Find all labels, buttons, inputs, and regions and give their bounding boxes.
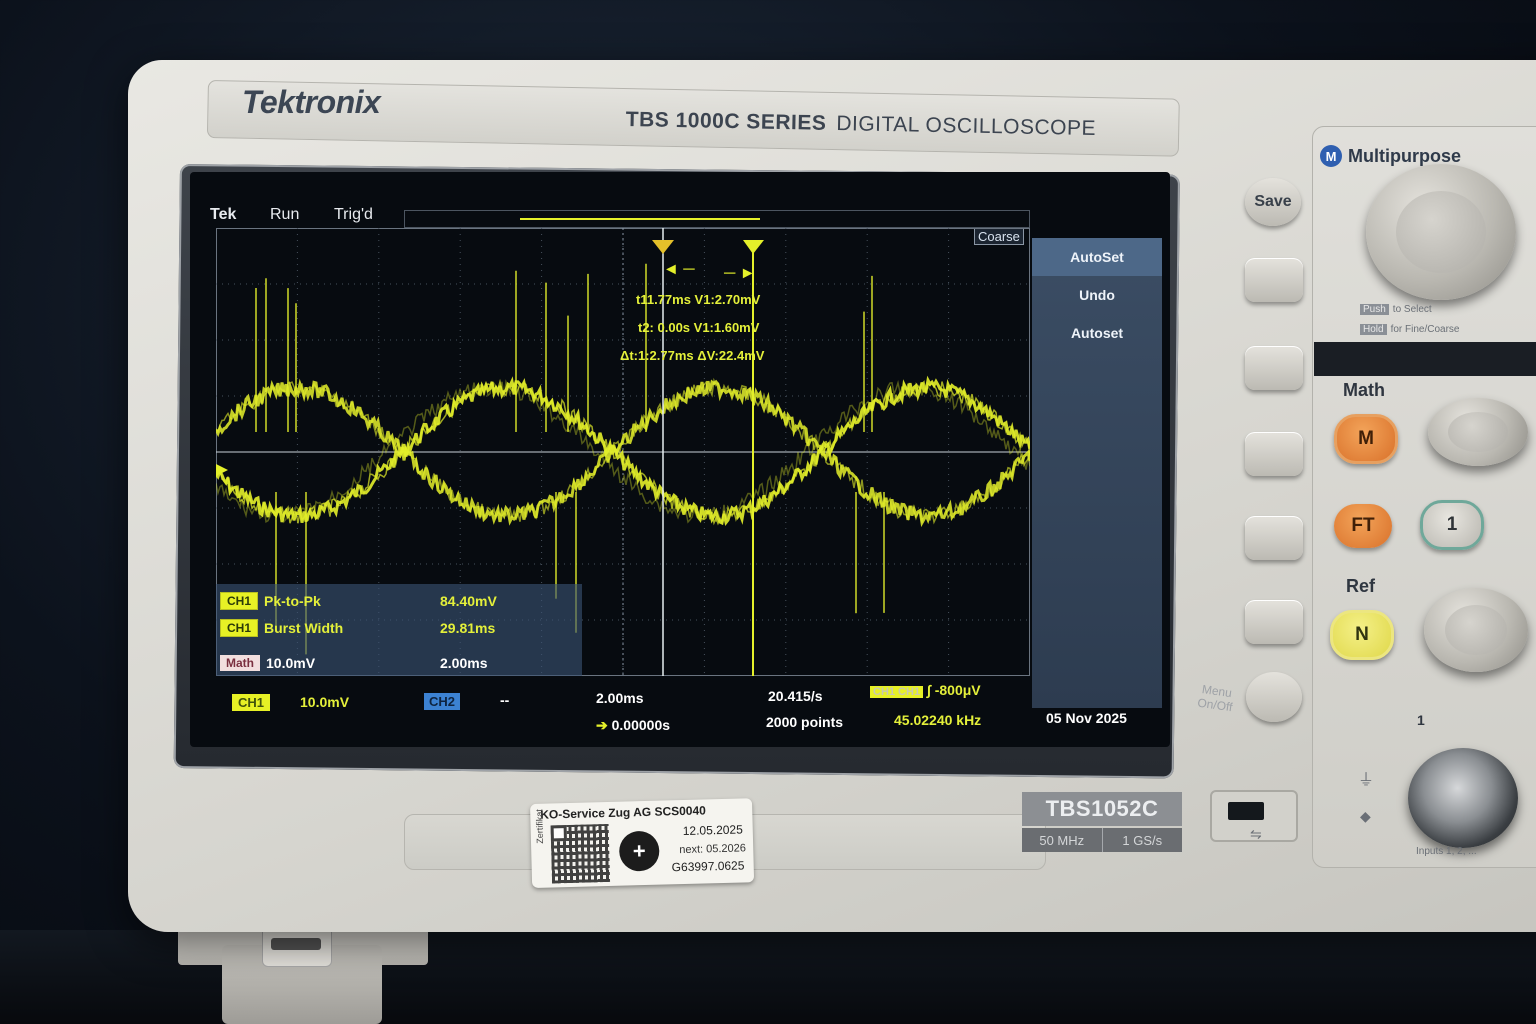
softkey-4[interactable] — [1245, 516, 1303, 560]
seal-icon: + — [618, 830, 660, 872]
delay-arrow-icon: ➔ — [596, 717, 608, 733]
ch2-status[interactable]: CH2 — [424, 693, 461, 710]
menu-item-autoset-2[interactable]: Autoset — [1032, 314, 1162, 352]
measurement-panel: CH1 Pk-to-Pk 84.40mV CH1 Burst Width 29.… — [216, 584, 582, 676]
ch1-tag: CH1 — [232, 694, 271, 711]
softkey-5[interactable] — [1245, 600, 1303, 644]
fft-button[interactable]: FT — [1334, 504, 1392, 548]
softkey-3[interactable] — [1245, 432, 1303, 476]
sticker-id: G63997.0625 — [671, 858, 745, 875]
cursor-2-marker[interactable] — [743, 240, 764, 254]
cursor-readout-delta: Δt:1:2.77ms ΔV:22.4mV — [620, 348, 765, 363]
push-text: to Select — [1392, 304, 1432, 315]
vertical-position-knob[interactable] — [1428, 398, 1528, 466]
math-time: 2.00ms — [440, 655, 488, 671]
sticker-zert: Zertifikat — [534, 809, 546, 844]
measurement-channel: CH1 — [220, 619, 259, 637]
ch2-tag: CH2 — [424, 693, 461, 710]
measurement-label: Burst Width — [264, 620, 344, 636]
trigger-edge-icon: ∫ — [926, 682, 931, 698]
hold-text: for Fine/Coarse — [1390, 324, 1460, 335]
ch1-bnc-connector[interactable] — [1408, 748, 1518, 848]
ch1-scale: 10.0mV — [300, 694, 350, 710]
menu-item-autoset[interactable]: AutoSet — [1032, 238, 1162, 276]
frequency-readout: 45.02240 kHz — [894, 712, 982, 728]
run-status: Run — [270, 206, 300, 223]
ground-icon: ⏚ — [1358, 772, 1375, 789]
trigger-status: Trig'd — [334, 206, 373, 223]
measurement-label: Pk-to-Pk — [264, 593, 321, 609]
measurement-channel: CH1 — [220, 592, 259, 610]
measurement-value: 84.40mV — [440, 593, 497, 609]
cursor-1-marker[interactable] — [652, 240, 674, 254]
softkey-1[interactable] — [1245, 258, 1303, 302]
input-number: 1 — [1417, 712, 1425, 728]
softkey-2[interactable] — [1245, 346, 1303, 390]
measurement-row: CH1 Pk-to-Pk 84.40mV — [220, 590, 497, 612]
sticker-next: next: 05.2026 — [679, 842, 747, 857]
ref-button[interactable]: N — [1330, 610, 1394, 660]
ch1-menu-button[interactable]: 1 — [1420, 500, 1484, 550]
sample-rate: 20.415/s — [768, 688, 823, 704]
math-row: Math 10.0mV 2.00ms — [220, 652, 487, 674]
arrow-right-icon: ─ ► — [723, 265, 756, 282]
series-desc: DIGITAL OSCILLOSCOPE — [836, 112, 1097, 141]
calibration-sticker: KO-Service Zug AG SCS0040 Zertifikat + 1… — [530, 798, 755, 888]
timebase: 2.00ms — [596, 690, 644, 706]
trigger-source-tag: CH1 CH1 — [870, 686, 924, 698]
record-length: 2000 points — [766, 714, 844, 730]
math-button[interactable]: M — [1334, 414, 1398, 464]
cursor-readout-2: t2: 0.00s V1:1.60mV — [638, 320, 760, 335]
measurement-value: 29.81ms — [440, 620, 496, 636]
ref-section-label: Ref — [1346, 576, 1376, 596]
series-name: TBS 1000C SERIES — [625, 108, 827, 135]
hold-hint: Hold for Fine/Coarse — [1360, 324, 1460, 335]
date-readout: 05 Nov 2025 — [1046, 710, 1127, 726]
model-bandwidth: 50 MHz — [1039, 832, 1085, 848]
multipurpose-badge: M — [1320, 145, 1342, 167]
save-button[interactable]: Save — [1245, 178, 1301, 226]
arrow-left-icon: ◄ ─ — [663, 261, 695, 278]
trigger-info: CH1 CH1 ∫ -800μV — [870, 682, 981, 698]
ch2-scale: -- — [500, 692, 510, 708]
ch1-status[interactable]: CH1 — [232, 694, 271, 711]
record-position-bar — [404, 210, 1030, 228]
math-scale: 10.0mV — [266, 655, 316, 671]
hold-tag: Hold — [1360, 324, 1387, 335]
menu-onoff-button[interactable] — [1246, 672, 1302, 722]
multipurpose-knob[interactable] — [1366, 164, 1516, 300]
push-hint: Push to Select — [1360, 304, 1432, 315]
tek-label: Tek — [210, 206, 237, 223]
push-tag: Push — [1360, 304, 1389, 315]
caution-icon: ◆ — [1360, 808, 1371, 824]
delay-readout: ➔ 0.00000s — [596, 717, 670, 734]
brand-logo: Tektronix — [242, 84, 381, 120]
inputs-label: Inputs 1, 2, ... — [1416, 846, 1477, 857]
menu-item-undo[interactable]: Undo — [1032, 276, 1162, 314]
trigger-level: -800μV — [934, 682, 981, 698]
volts-div-knob[interactable] — [1424, 588, 1528, 672]
sticker-date: 12.05.2025 — [682, 822, 743, 839]
qr-code-icon — [550, 823, 611, 884]
side-menu: AutoSet Undo Autoset — [1032, 238, 1162, 708]
model-plate: TBS1052C 50 MHz 1 GS/s — [1022, 792, 1182, 854]
delay-value: 0.00000s — [611, 717, 671, 733]
sticker-title: KO-Service Zug AG SCS0040 — [540, 803, 707, 822]
usb-icon: ⇋ — [1250, 826, 1262, 842]
panel-divider — [1314, 342, 1536, 376]
math-section-label: Math — [1343, 380, 1385, 400]
model-sample-rate: 1 GS/s — [1101, 828, 1183, 852]
math-tag: Math — [220, 655, 260, 671]
measurement-row: CH1 Burst Width 29.81ms — [220, 617, 495, 639]
cursor-readout-1: t11.77ms V1:2.70mV — [636, 292, 761, 307]
model-name: TBS1052C — [1022, 792, 1182, 826]
model-specs: 50 MHz 1 GS/s — [1022, 828, 1182, 852]
display-screen: Tek Run Trig'd Coarse ◄ ─ ─ ► t11.77ms V… — [190, 172, 1170, 747]
